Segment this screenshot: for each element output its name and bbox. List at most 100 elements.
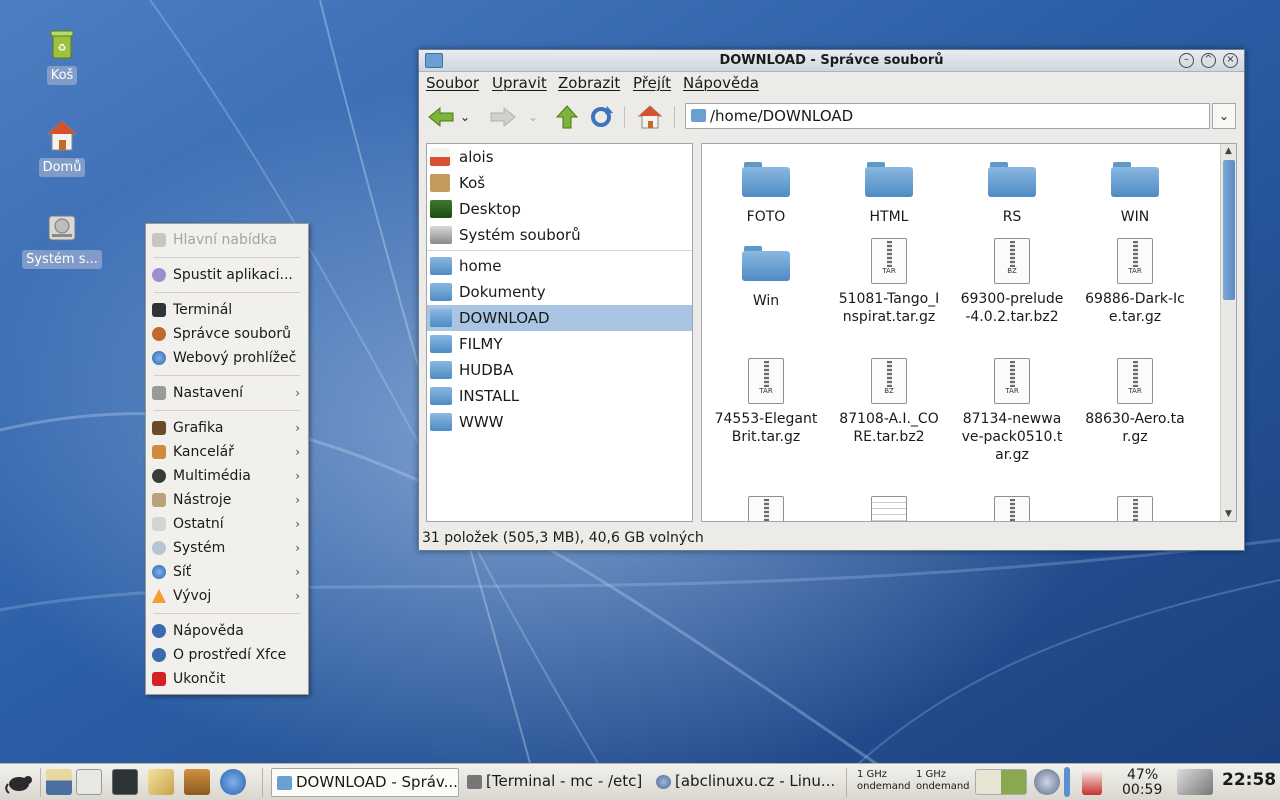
- file-item[interactable]: TAR 51081-Tango_Inspirat.tar.gz: [833, 238, 945, 326]
- menu-item-other[interactable]: Ostatní ›: [146, 512, 308, 536]
- terminal-launcher-icon[interactable]: [112, 769, 138, 795]
- menu-soubor[interactable]: Soubor: [426, 74, 479, 92]
- window-titlebar[interactable]: DOWNLOAD - Správce souborů – ^ ×: [419, 50, 1244, 72]
- file-item[interactable]: TAR 74553-ElegantBrit.tar.gz: [710, 358, 822, 446]
- menu-item-settings[interactable]: Nastavení ›: [146, 381, 308, 405]
- battery-monitor[interactable]: 47% 00:59: [1112, 768, 1162, 798]
- folder-icon: [430, 257, 452, 275]
- back-button[interactable]: [427, 104, 455, 130]
- sidebar-folder-filmy[interactable]: FILMY: [427, 331, 692, 357]
- desktop-icon-filesystem[interactable]: Systém s...: [20, 210, 104, 273]
- text-editor-launcher-icon[interactable]: [148, 769, 174, 795]
- file-item[interactable]: [833, 496, 945, 521]
- menu-item-web-browser[interactable]: Webový prohlížeč: [146, 346, 308, 370]
- menu-item-label: Vývoj: [173, 588, 212, 604]
- file-item[interactable]: RS: [956, 160, 1068, 226]
- main-menu: Hlavní nabídka Spustit aplikaci... Termi…: [145, 223, 309, 695]
- file-item[interactable]: TAR 87134-newwave-pack0510.tar.gz: [956, 358, 1068, 464]
- file-item[interactable]: BZ 69300-prelude-4.0.2.tar.bz2: [956, 238, 1068, 326]
- clock[interactable]: 22:58: [1222, 770, 1276, 790]
- xfce-menu-button[interactable]: [4, 769, 34, 795]
- up-button[interactable]: [553, 104, 581, 130]
- location-input[interactable]: /home/DOWNLOAD: [685, 103, 1210, 129]
- minimize-button[interactable]: –: [1179, 53, 1194, 68]
- menu-item-development[interactable]: Vývoj ›: [146, 584, 308, 608]
- menu-item-run[interactable]: Spustit aplikaci...: [146, 263, 308, 287]
- menu-item-quit[interactable]: Ukončit: [146, 667, 308, 691]
- menu-prejit[interactable]: Přejít: [633, 74, 671, 92]
- menu-upravit[interactable]: Upravit: [492, 74, 547, 92]
- file-item[interactable]: WIN: [1079, 160, 1191, 226]
- sidebar-item-trash[interactable]: Koš: [427, 170, 692, 196]
- file-item[interactable]: [710, 496, 822, 521]
- maximize-button[interactable]: ^: [1201, 53, 1216, 68]
- submenu-arrow-icon: ›: [295, 589, 300, 603]
- file-item[interactable]: [1079, 496, 1191, 521]
- vertical-scrollbar[interactable]: ▲ ▼: [1220, 144, 1236, 521]
- desktop-icon-trash[interactable]: ♻ Koš: [20, 26, 104, 89]
- notification-icon[interactable]: [1082, 769, 1102, 795]
- menu-item-graphics[interactable]: Grafika ›: [146, 416, 308, 440]
- menu-item-help[interactable]: Nápověda: [146, 619, 308, 643]
- menu-item-label: Nápověda: [173, 623, 244, 639]
- sidebar-folder-home[interactable]: home: [427, 253, 692, 279]
- scrollbar-thumb[interactable]: [1223, 160, 1235, 300]
- file-item[interactable]: TAR 69886-Dark-Ice.tar.gz: [1079, 238, 1191, 326]
- menu-item-multimedia[interactable]: Multimédia ›: [146, 464, 308, 488]
- menu-item-network[interactable]: Síť ›: [146, 560, 308, 584]
- folder-icon: [430, 361, 452, 379]
- cpu-frequency-monitor-2[interactable]: 1 GHz ondemand: [916, 769, 970, 793]
- sidebar-folder-hudba[interactable]: HUDBA: [427, 357, 692, 383]
- file-manager-launcher-icon[interactable]: [184, 769, 210, 795]
- menu-zobrazit[interactable]: Zobrazit: [558, 74, 620, 92]
- reload-icon: [591, 106, 613, 127]
- sidebar-item-desktop[interactable]: Desktop: [427, 196, 692, 222]
- scroll-up-arrow-icon[interactable]: ▲: [1221, 144, 1236, 158]
- file-item[interactable]: Win: [710, 244, 822, 310]
- file-item[interactable]: [956, 496, 1068, 521]
- file-icon-view: FOTO HTML RS WIN Win TAR 51081-Tango_Ins…: [701, 143, 1237, 522]
- workspace-switcher-icon[interactable]: [76, 769, 102, 795]
- taskbar-task-file-manager[interactable]: DOWNLOAD - Správ...: [271, 768, 459, 797]
- tools-icon: [152, 493, 166, 507]
- network-status-icon[interactable]: [975, 769, 1027, 795]
- menu-item-terminal[interactable]: Terminál: [146, 298, 308, 322]
- menu-item-label: Spustit aplikaci...: [173, 267, 293, 283]
- sidebar-folder-dokumenty[interactable]: Dokumenty: [427, 279, 692, 305]
- document-icon: [871, 496, 907, 521]
- menu-item-label: Správce souborů: [173, 326, 291, 342]
- task-label: DOWNLOAD - Správ...: [296, 773, 458, 791]
- menu-separator: [154, 613, 300, 614]
- desktop-icon-home[interactable]: Domů: [20, 118, 104, 181]
- file-item[interactable]: BZ 87108-A.I._CORE.tar.bz2: [833, 358, 945, 446]
- file-item[interactable]: TAR 88630-Aero.tar.gz: [1079, 358, 1191, 446]
- sidebar-item-filesystem[interactable]: Systém souborů: [427, 222, 692, 248]
- file-item[interactable]: FOTO: [710, 160, 822, 226]
- show-desktop-icon[interactable]: [46, 769, 72, 795]
- sidebar-folder-www[interactable]: WWW: [427, 409, 692, 435]
- menu-item-office[interactable]: Kancelář ›: [146, 440, 308, 464]
- web-browser-launcher-icon[interactable]: [220, 769, 246, 795]
- taskbar-task-browser[interactable]: [abclinuxu.cz - Linu...: [651, 768, 841, 797]
- file-item[interactable]: HTML: [833, 160, 945, 226]
- menu-item-file-manager[interactable]: Správce souborů: [146, 322, 308, 346]
- taskbar-task-terminal[interactable]: [Terminal - mc - /etc]: [462, 768, 647, 797]
- home-button[interactable]: [636, 104, 664, 130]
- menu-napoveda[interactable]: Nápověda: [683, 74, 759, 92]
- close-button[interactable]: ×: [1223, 53, 1238, 68]
- sidebar-item-alois[interactable]: alois: [427, 144, 692, 170]
- svg-text:♻: ♻: [58, 43, 67, 54]
- forward-button[interactable]: [489, 104, 517, 130]
- back-history-dropdown[interactable]: ⌄: [457, 104, 473, 130]
- reload-button[interactable]: [587, 104, 615, 130]
- scroll-down-arrow-icon[interactable]: ▼: [1221, 507, 1236, 521]
- forward-history-dropdown[interactable]: ⌄: [525, 104, 541, 130]
- sidebar-folder-install[interactable]: INSTALL: [427, 383, 692, 409]
- menu-item-system[interactable]: Systém ›: [146, 536, 308, 560]
- cpu-frequency-monitor-1[interactable]: 1 GHz ondemand: [857, 769, 911, 793]
- menu-item-tools[interactable]: Nástroje ›: [146, 488, 308, 512]
- location-dropdown-button[interactable]: ⌄: [1212, 103, 1236, 129]
- menu-item-about[interactable]: O prostředí Xfce: [146, 643, 308, 667]
- sidebar-folder-download[interactable]: DOWNLOAD: [427, 305, 692, 331]
- volume-icon[interactable]: [1034, 769, 1060, 795]
